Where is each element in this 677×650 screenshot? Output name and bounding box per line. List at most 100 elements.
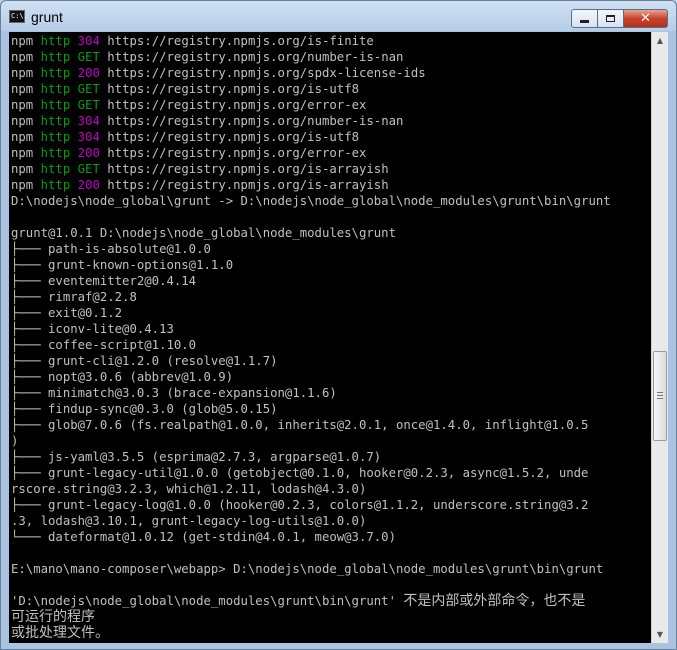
minimize-button[interactable] [571, 9, 598, 28]
console-line: ├─── iconv-lite@0.4.13 [11, 321, 611, 337]
thumb-grip-icon [657, 392, 663, 393]
console-line: npm http 200 https://registry.npmjs.org/… [11, 65, 611, 81]
console-line: npm http GET https://registry.npmjs.org/… [11, 161, 611, 177]
scrollbar-thumb[interactable] [653, 351, 667, 441]
console-text-segment: ├─── minimatch@3.0.3 (brace-expansion@1.… [11, 386, 337, 400]
console-text-segment: https://registry.npmjs.org/is-arrayish [107, 178, 389, 192]
console-text-segment: 不是内部或外部命令，也不是 [403, 593, 586, 609]
maximize-button[interactable] [597, 9, 624, 28]
console-line: ├─── path-is-absolute@1.0.0 [11, 241, 611, 257]
console-line: ├─── eventemitter2@0.4.14 [11, 273, 611, 289]
console-text-segment: GET [77, 162, 108, 176]
console-text-segment: ├─── grunt-known-options@1.1.0 [11, 258, 234, 272]
console-text-segment: http [40, 114, 78, 128]
console-text-segment: ├─── nopt@3.0.6 (abbrev@1.0.9) [11, 370, 234, 384]
console-line: ├─── rimraf@2.2.8 [11, 289, 611, 305]
scroll-up-button[interactable]: ▲ [652, 32, 668, 49]
close-button[interactable]: ✕ [623, 9, 668, 28]
console-text-segment: GET [77, 98, 108, 112]
console-text-segment: npm [11, 82, 41, 96]
minimize-icon [580, 20, 589, 23]
console-text-segment: 可运行的程序 [11, 609, 95, 625]
console-output[interactable]: npm http 304 https://registry.npmjs.org/… [9, 32, 651, 643]
console-line: npm http 304 https://registry.npmjs.org/… [11, 33, 611, 49]
console-app-icon[interactable]: C:\. [9, 10, 28, 23]
console-text-segment: http [40, 98, 78, 112]
console-line: ├─── glob@7.0.6 (fs.realpath@1.0.0, inhe… [11, 417, 611, 433]
scroll-up-icon: ▲ [656, 36, 664, 45]
console-window: C:\. grunt ✕ npm http 304 https://regist… [0, 0, 677, 650]
console-line: npm http 304 https://registry.npmjs.org/… [11, 129, 611, 145]
console-text-segment: https://registry.npmjs.org/number-is-nan [107, 50, 404, 64]
maximize-icon [606, 15, 615, 22]
console-text-segment: E:\mano\mano-composer\webapp> D:\nodejs\… [11, 562, 604, 576]
thumb-grip-icon [657, 395, 663, 396]
console-text-segment: ├─── glob@7.0.6 (fs.realpath@1.0.0, inhe… [11, 418, 589, 432]
console-line: ├─── grunt-legacy-util@1.0.0 (getobject@… [11, 465, 611, 481]
console-line: 'D:\nodejs\node_global\node_modules\grun… [11, 593, 611, 609]
console-line: └─── dateformat@1.0.12 (get-stdin@4.0.1,… [11, 529, 611, 545]
console-line: rscore.string@3.2.3, which@1.2.11, lodas… [11, 481, 611, 497]
console-text-segment: GET [77, 82, 108, 96]
console-text-segment: npm [11, 178, 41, 192]
console-line: ) [11, 433, 611, 449]
console-line: D:\nodejs\node_global\grunt -> D:\nodejs… [11, 193, 611, 209]
console-text-segment: npm [11, 114, 41, 128]
thumb-grip-icon [657, 398, 663, 399]
console-text-segment: .3, lodash@3.10.1, grunt-legacy-log-util… [11, 514, 367, 528]
console-text-segment: ├─── grunt-legacy-util@1.0.0 (getobject@… [11, 466, 589, 480]
title-bar[interactable]: C:\. grunt ✕ [1, 1, 676, 31]
console-text-segment: └─── dateformat@1.0.12 (get-stdin@4.0.1,… [11, 530, 396, 544]
console-line: npm http GET https://registry.npmjs.org/… [11, 81, 611, 97]
console-text-segment: 304 [77, 114, 108, 128]
console-text-segment: 200 [77, 146, 108, 160]
console-text-segment: ├─── exit@0.1.2 [11, 306, 123, 320]
console-text-segment: http [40, 146, 78, 160]
console-text-segment: ├─── coffee-script@1.10.0 [11, 338, 197, 352]
console-line: ├─── grunt-known-options@1.1.0 [11, 257, 611, 273]
console-text-segment: ├─── iconv-lite@0.4.13 [11, 322, 174, 336]
console-text-segment: npm [11, 34, 41, 48]
console-text-segment: https://registry.npmjs.org/is-utf8 [107, 82, 359, 96]
console-text-segment: https://registry.npmjs.org/is-arrayish [107, 162, 389, 176]
console-text-segment: http [40, 162, 78, 176]
console-line: npm http 200 https://registry.npmjs.org/… [11, 145, 611, 161]
scroll-down-icon: ▼ [656, 630, 664, 639]
console-line: 可运行的程序 [11, 609, 611, 625]
console-line: ├─── nopt@3.0.6 (abbrev@1.0.9) [11, 369, 611, 385]
console-line: .3, lodash@3.10.1, grunt-legacy-log-util… [11, 513, 611, 529]
console-text-segment: ├─── grunt-legacy-log@1.0.0 (hooker@0.2.… [11, 498, 589, 512]
console-line: ├─── findup-sync@0.3.0 (glob@5.0.15) [11, 401, 611, 417]
console-text-segment: https://registry.npmjs.org/number-is-nan [107, 114, 404, 128]
console-line: ├─── exit@0.1.2 [11, 305, 611, 321]
console-text-segment: https://registry.npmjs.org/is-utf8 [107, 130, 359, 144]
console-text-segment: http [40, 50, 78, 64]
console-text-segment: grunt@1.0.1 D:\nodejs\node_global\node_m… [11, 226, 396, 240]
console-text-segment: npm [11, 162, 41, 176]
console-text-segment: npm [11, 50, 41, 64]
console-text-segment: http [40, 130, 78, 144]
scroll-down-button[interactable]: ▼ [652, 626, 668, 643]
console-text-segment: npm [11, 66, 41, 80]
console-text-segment: ) [11, 434, 19, 448]
console-text-segment: npm [11, 98, 41, 112]
console-text-segment: https://registry.npmjs.org/spdx-license-… [107, 66, 426, 80]
console-text-segment: 304 [77, 130, 108, 144]
console-text-segment: http [40, 34, 78, 48]
console-line: npm http GET https://registry.npmjs.org/… [11, 49, 611, 65]
console-text-segment: ├─── rimraf@2.2.8 [11, 290, 137, 304]
console-text-segment: 200 [77, 178, 108, 192]
window-title: grunt [31, 9, 63, 25]
console-text-segment: npm [11, 146, 41, 160]
vertical-scrollbar[interactable]: ▲ ▼ [651, 32, 668, 643]
console-text-segment: ├─── grunt-cli@1.2.0 (resolve@1.1.7) [11, 354, 278, 368]
console-line: ├─── minimatch@3.0.3 (brace-expansion@1.… [11, 385, 611, 401]
console-text-segment: 304 [77, 34, 108, 48]
console-text-segment: ├─── js-yaml@3.5.5 (esprima@2.7.3, argpa… [11, 450, 382, 464]
console-line: npm http 304 https://registry.npmjs.org/… [11, 113, 611, 129]
console-text-segment: https://registry.npmjs.org/error-ex [107, 146, 367, 160]
console-line: 或批处理文件。 [11, 625, 611, 641]
